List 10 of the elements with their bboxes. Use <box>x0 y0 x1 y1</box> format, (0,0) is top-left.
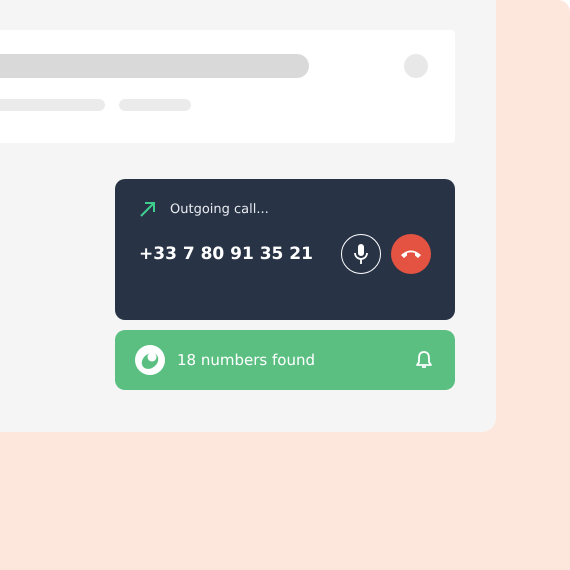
hang-up-button[interactable] <box>391 234 431 274</box>
arrow-icon <box>139 201 156 218</box>
logo-icon <box>135 345 165 375</box>
microphone-icon <box>354 244 368 264</box>
phone-icon <box>400 249 422 259</box>
phone-number: +33 7 80 91 35 21 <box>139 244 313 264</box>
numbers-found-text: 18 numbers found <box>177 351 316 369</box>
mute-button[interactable] <box>341 234 381 274</box>
call-status: Outgoing call... <box>170 202 269 217</box>
bell-icon <box>415 350 433 370</box>
